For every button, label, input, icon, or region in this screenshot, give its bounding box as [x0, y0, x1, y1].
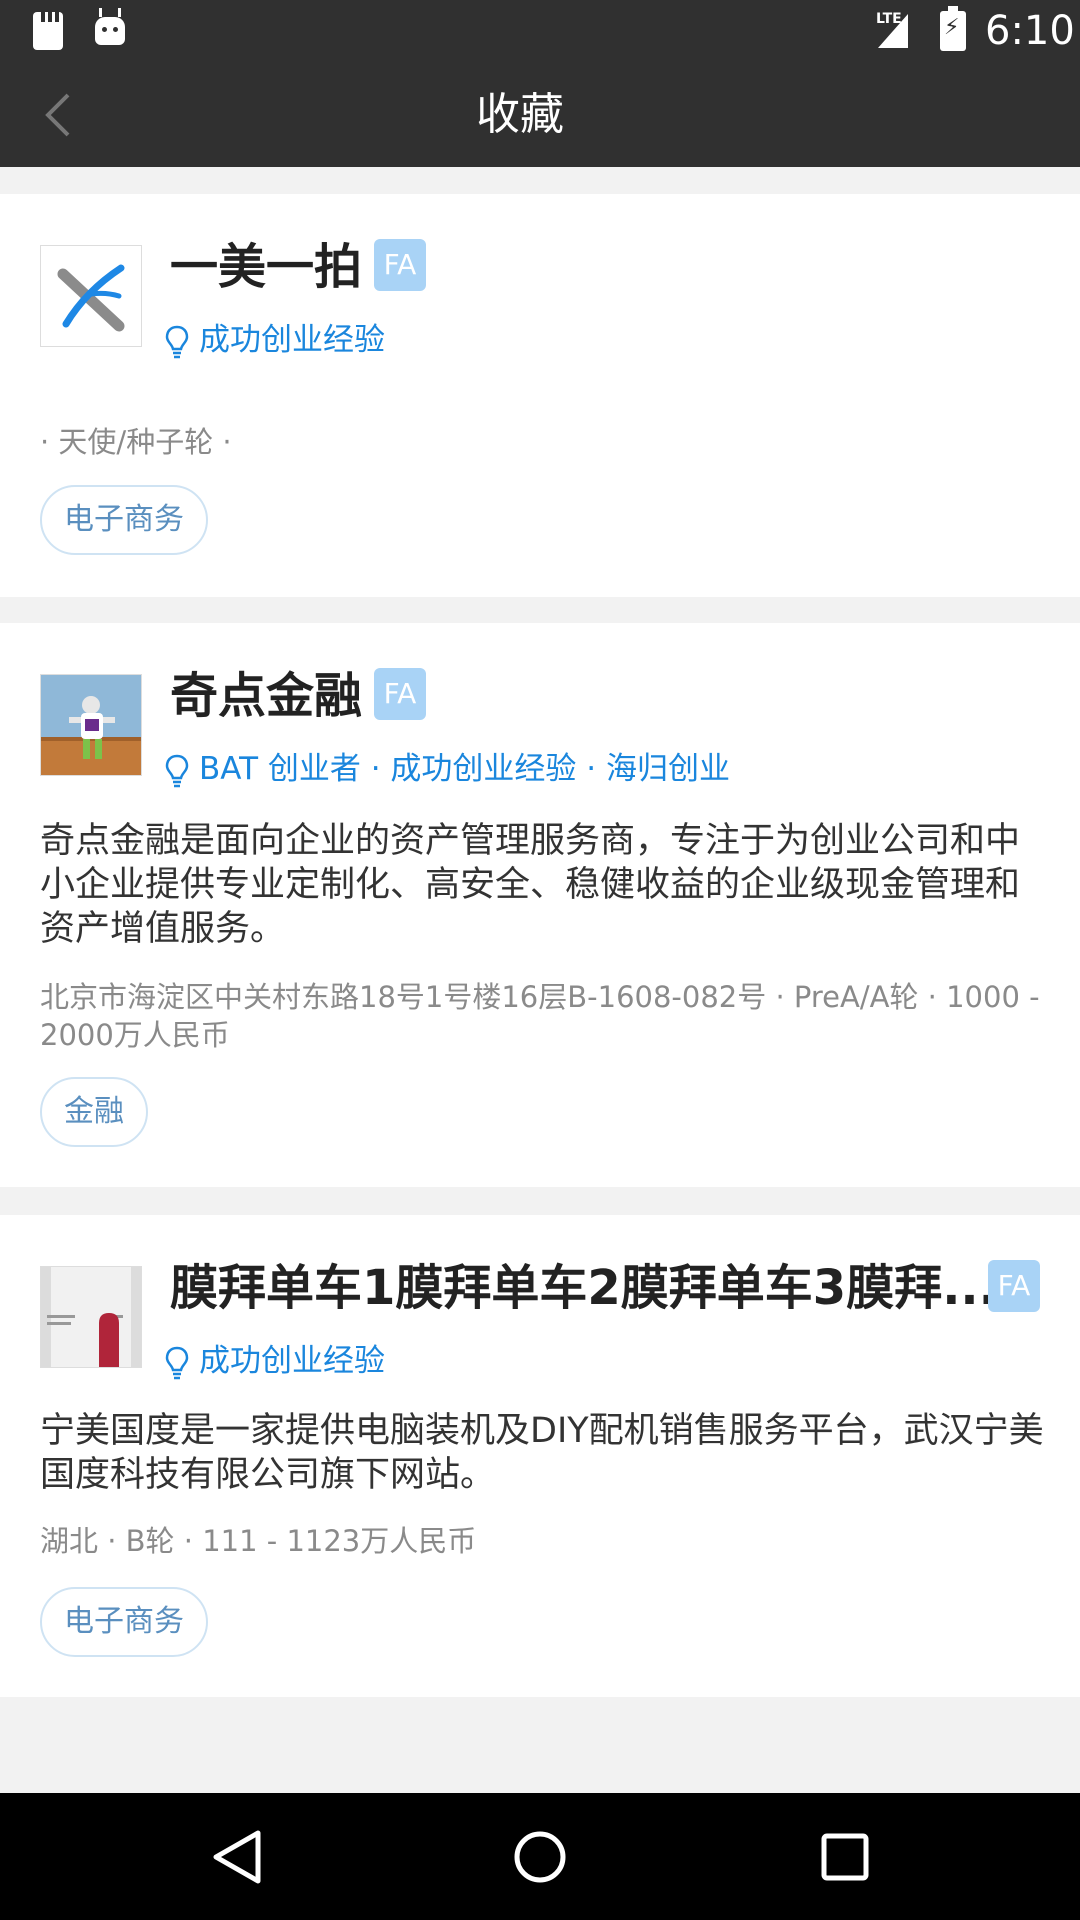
founder-tags: 成功创业经验 — [165, 320, 385, 360]
fa-badge: FA — [374, 668, 426, 720]
recents-nav-icon[interactable] — [820, 1832, 870, 1882]
company-name: 一美一拍 — [170, 239, 363, 295]
signal-icon — [878, 14, 908, 48]
company-name: 膜拜单车1膜拜单车2膜拜单车3膜拜... — [170, 1260, 997, 1316]
home-nav-icon[interactable] — [512, 1829, 568, 1885]
favorite-card[interactable]: 一美一拍 FA 成功创业经验 · 天使/种子轮 · 电子商务 — [0, 194, 1080, 597]
company-logo — [40, 1266, 142, 1368]
lightbulb-icon — [165, 1346, 189, 1379]
company-meta: · 天使/种子轮 · — [40, 425, 232, 459]
founder-tags: BAT 创业者 · 成功创业经验 · 海归创业 — [165, 749, 730, 789]
company-name: 奇点金融 — [170, 668, 363, 724]
lightbulb-icon — [165, 325, 189, 358]
company-description: 宁美国度是一家提供电脑装机及DIY配机销售服务平台，武汉宁美国度科技有限公司旗下… — [40, 1411, 1044, 1495]
status-bar: LTE 6:10 — [0, 0, 1080, 63]
company-meta: 湖北 · B轮 · 111 - 1123万人民币 — [40, 1524, 477, 1558]
industry-tag[interactable]: 电子商务 — [40, 485, 208, 555]
clock: 6:10 — [985, 8, 1075, 54]
system-nav-bar — [0, 1793, 1080, 1920]
back-nav-icon[interactable] — [210, 1829, 262, 1885]
android-debug-icon — [95, 17, 125, 45]
industry-tag[interactable]: 金融 — [40, 1077, 148, 1147]
founder-tags-text: 成功创业经验 — [199, 1343, 385, 1379]
founder-tags-text: 成功创业经验 — [199, 322, 385, 358]
company-meta: 北京市海淀区中关村东路18号1号楼16层B-1608-082号 · PreA/A… — [40, 980, 1040, 1052]
company-description: 奇点金融是面向企业的资产管理服务商，专注于为创业公司和中小企业提供专业定制化、高… — [40, 821, 1021, 949]
company-logo — [40, 245, 142, 347]
industry-tag[interactable]: 电子商务 — [40, 1587, 208, 1657]
favorite-card[interactable]: 奇点金融 FA BAT 创业者 · 成功创业经验 · 海归创业 奇点金融是面向企… — [0, 623, 1080, 1187]
founder-tags: 成功创业经验 — [165, 1341, 385, 1381]
company-logo — [40, 674, 142, 776]
battery-charging-icon — [940, 6, 966, 51]
sd-card-icon — [33, 12, 63, 50]
favorite-card[interactable]: 膜拜单车1膜拜单车2膜拜单车3膜拜... FA 成功创业经验 宁美国度是一家提供… — [0, 1215, 1080, 1697]
app-bar: 收藏 — [0, 63, 1080, 167]
founder-tags-text: BAT 创业者 · 成功创业经验 · 海归创业 — [199, 751, 730, 787]
lightbulb-icon — [165, 754, 189, 787]
page-title: 收藏 — [476, 89, 564, 140]
fa-badge: FA — [374, 239, 426, 291]
fa-badge: FA — [988, 1260, 1040, 1312]
